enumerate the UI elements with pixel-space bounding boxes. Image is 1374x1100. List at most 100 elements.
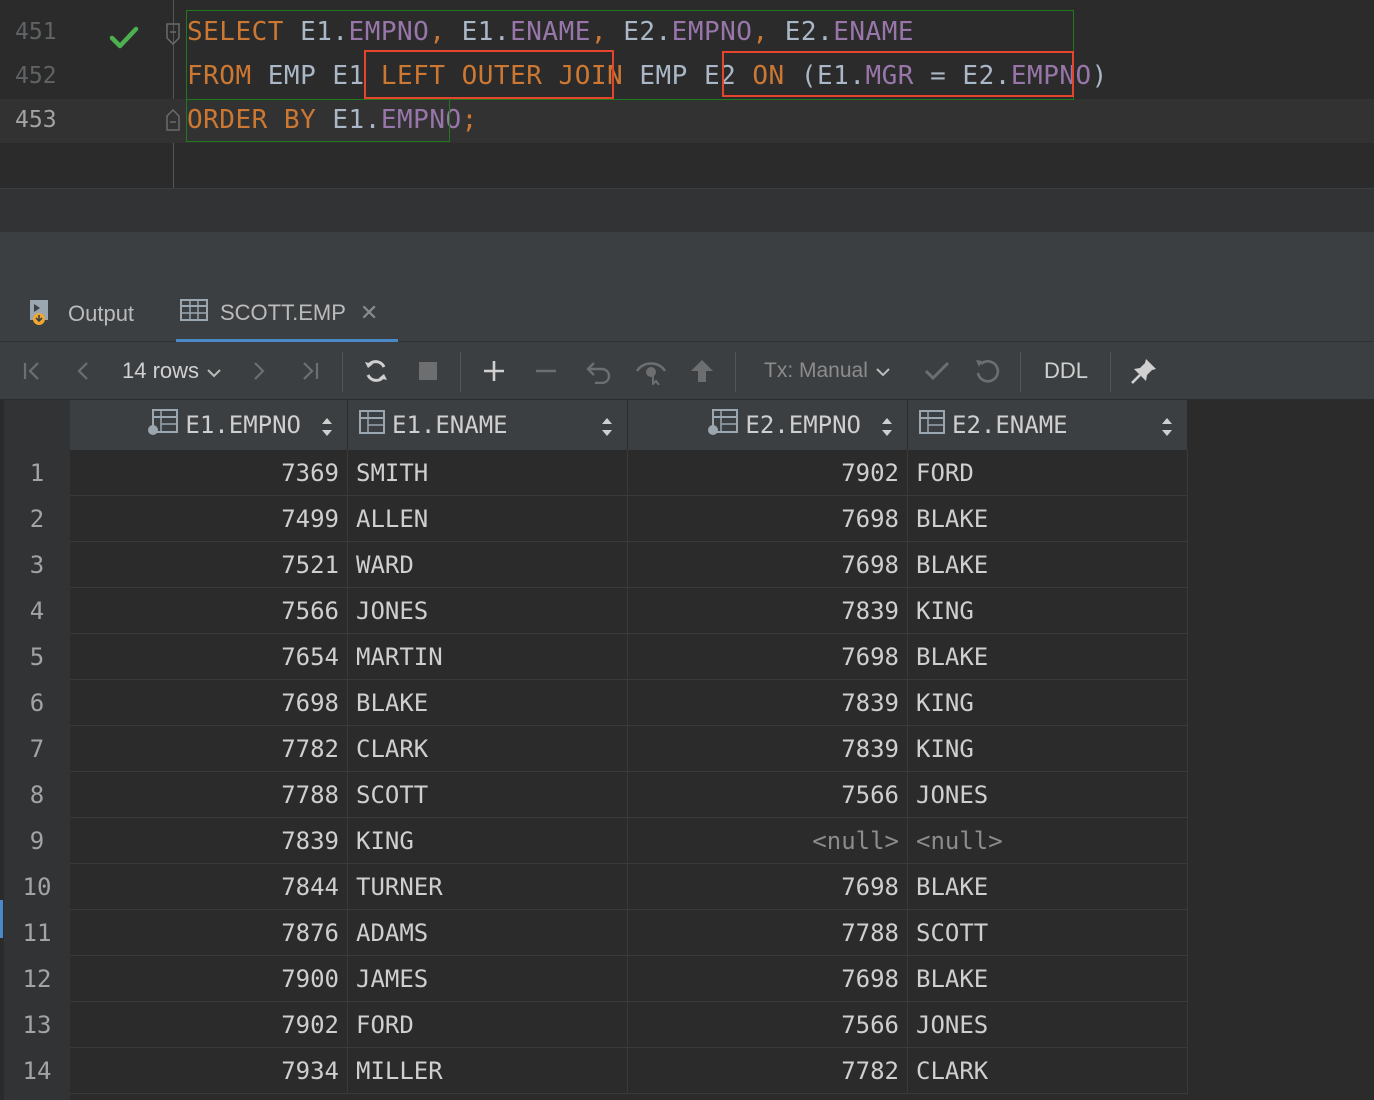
pin-icon[interactable] — [1128, 342, 1160, 400]
table-row[interactable]: 4 7566 JONES 7839 KING — [0, 588, 1374, 634]
row-number[interactable]: 9 — [4, 818, 70, 864]
cell-e1-ename[interactable]: TURNER — [348, 864, 628, 910]
cell-e2-ename[interactable]: BLAKE — [908, 542, 1188, 588]
cell-e1-ename[interactable]: MARTIN — [348, 634, 628, 680]
cell-e1-empno[interactable]: 7369 — [70, 450, 348, 496]
panel-separator[interactable] — [0, 232, 1374, 286]
cell-e1-empno[interactable]: 7782 — [70, 726, 348, 772]
row-number[interactable]: 4 — [4, 588, 70, 634]
cell-e2-ename[interactable]: CLARK — [908, 1048, 1188, 1094]
table-row[interactable]: 5 7654 MARTIN 7698 BLAKE — [0, 634, 1374, 680]
sort-icon[interactable] — [881, 415, 893, 443]
cell-e1-ename[interactable]: MILLER — [348, 1048, 628, 1094]
row-number[interactable]: 1 — [4, 450, 70, 496]
cell-e1-empno[interactable]: 7934 — [70, 1048, 348, 1094]
cell-e1-ename[interactable]: ADAMS — [348, 910, 628, 956]
table-row[interactable]: 6 7698 BLAKE 7839 KING — [0, 680, 1374, 726]
cell-e1-ename[interactable]: CLARK — [348, 726, 628, 772]
rows-count-dropdown[interactable]: 14 rows — [122, 342, 221, 400]
fold-open-icon[interactable] — [166, 23, 180, 46]
delete-row-icon[interactable] — [532, 342, 560, 400]
code-line-451[interactable]: 451 SELECT E1.EMPNO, E1.ENAME, E2.EMPNO,… — [0, 11, 1374, 55]
row-number[interactable]: 14 — [4, 1048, 70, 1094]
row-number[interactable]: 8 — [4, 772, 70, 818]
cell-e2-empno[interactable]: 7698 — [628, 496, 908, 542]
stop-icon[interactable] — [414, 342, 442, 400]
code-line-452[interactable]: 452 FROM EMP E1 LEFT OUTER JOIN EMP E2 O… — [0, 55, 1374, 99]
cell-e2-empno[interactable]: 7698 — [628, 956, 908, 1002]
fold-close-icon[interactable] — [166, 108, 180, 131]
tab-scott-emp[interactable]: SCOTT.EMP ✕ — [176, 286, 398, 342]
column-header-e2-ename[interactable]: E2.ENAME — [908, 400, 1188, 450]
cell-e2-ename[interactable]: KING — [908, 726, 1188, 772]
cell-e2-empno[interactable]: 7839 — [628, 588, 908, 634]
next-page-icon[interactable] — [246, 342, 272, 400]
cell-e2-empno[interactable]: 7839 — [628, 680, 908, 726]
table-row[interactable]: 8 7788 SCOTT 7566 JONES — [0, 772, 1374, 818]
column-header-e2-empno[interactable]: E2.EMPNO — [628, 400, 908, 450]
table-row[interactable]: 12 7900 JAMES 7698 BLAKE — [0, 956, 1374, 1002]
sort-icon[interactable] — [321, 415, 333, 443]
table-row[interactable]: 11 7876 ADAMS 7788 SCOTT — [0, 910, 1374, 956]
cell-e2-empno[interactable]: 7902 — [628, 450, 908, 496]
cell-e1-empno[interactable]: 7499 — [70, 496, 348, 542]
cell-e2-empno[interactable]: 7566 — [628, 772, 908, 818]
row-number[interactable]: 5 — [4, 634, 70, 680]
cell-e1-empno[interactable]: 7566 — [70, 588, 348, 634]
cell-e1-ename[interactable]: SMITH — [348, 450, 628, 496]
cell-e2-empno[interactable]: 7698 — [628, 864, 908, 910]
cell-e2-empno[interactable]: <null> — [628, 818, 908, 864]
cell-e2-empno[interactable]: 7839 — [628, 726, 908, 772]
column-header-e1-ename[interactable]: E1.ENAME — [348, 400, 628, 450]
rollback-icon[interactable] — [972, 342, 1002, 400]
cell-e1-empno[interactable]: 7788 — [70, 772, 348, 818]
cell-e2-empno[interactable]: 7698 — [628, 634, 908, 680]
cell-e1-ename[interactable]: FORD — [348, 1002, 628, 1048]
cell-e2-ename[interactable]: BLAKE — [908, 864, 1188, 910]
add-row-icon[interactable] — [480, 342, 508, 400]
cell-e1-ename[interactable]: BLAKE — [348, 680, 628, 726]
cell-e2-ename[interactable]: JONES — [908, 772, 1188, 818]
cell-e2-ename[interactable]: BLAKE — [908, 634, 1188, 680]
results-grid[interactable]: E1.EMPNO E1.ENAME E2.EMPNO E2.ENAME 1 736… — [0, 400, 1374, 1100]
cell-e1-empno[interactable]: 7654 — [70, 634, 348, 680]
cell-e2-ename[interactable]: SCOTT — [908, 910, 1188, 956]
cell-e1-ename[interactable]: SCOTT — [348, 772, 628, 818]
row-number[interactable]: 10 — [4, 864, 70, 910]
tab-output[interactable]: Output — [26, 286, 134, 342]
close-icon[interactable]: ✕ — [360, 300, 378, 326]
cell-e2-ename[interactable]: KING — [908, 680, 1188, 726]
cell-e2-empno[interactable]: 7788 — [628, 910, 908, 956]
cell-e1-ename[interactable]: WARD — [348, 542, 628, 588]
cell-e1-empno[interactable]: 7839 — [70, 818, 348, 864]
code-line-453[interactable]: 453 ORDER BY E1.EMPNO; — [0, 99, 1374, 143]
cell-e2-ename[interactable]: BLAKE — [908, 496, 1188, 542]
cell-e2-ename[interactable]: FORD — [908, 450, 1188, 496]
row-number[interactable]: 11 — [4, 910, 70, 956]
commit-check-icon[interactable] — [922, 342, 952, 400]
cell-e1-empno[interactable]: 7902 — [70, 1002, 348, 1048]
cell-e1-empno[interactable]: 7521 — [70, 542, 348, 588]
cell-e2-ename[interactable]: <null> — [908, 818, 1188, 864]
table-row[interactable]: 3 7521 WARD 7698 BLAKE — [0, 542, 1374, 588]
first-page-icon[interactable] — [18, 342, 46, 400]
row-number[interactable]: 2 — [4, 496, 70, 542]
row-number[interactable]: 3 — [4, 542, 70, 588]
row-number[interactable]: 6 — [4, 680, 70, 726]
cell-e1-empno[interactable]: 7900 — [70, 956, 348, 1002]
cell-e2-ename[interactable]: JONES — [908, 1002, 1188, 1048]
cell-e1-empno[interactable]: 7844 — [70, 864, 348, 910]
row-number[interactable]: 13 — [4, 1002, 70, 1048]
refresh-icon[interactable] — [360, 342, 392, 400]
cell-e2-ename[interactable]: BLAKE — [908, 956, 1188, 1002]
revert-icon[interactable] — [584, 342, 614, 400]
cell-e1-ename[interactable]: JONES — [348, 588, 628, 634]
view-query-icon[interactable] — [634, 342, 668, 400]
cell-e1-empno[interactable]: 7698 — [70, 680, 348, 726]
cell-e2-ename[interactable]: KING — [908, 588, 1188, 634]
table-row[interactable]: 9 7839 KING <null> <null> — [0, 818, 1374, 864]
prev-page-icon[interactable] — [70, 342, 96, 400]
column-header-e1-empno[interactable]: E1.EMPNO — [70, 400, 348, 450]
sort-icon[interactable] — [1161, 415, 1173, 443]
cell-e1-ename[interactable]: ALLEN — [348, 496, 628, 542]
